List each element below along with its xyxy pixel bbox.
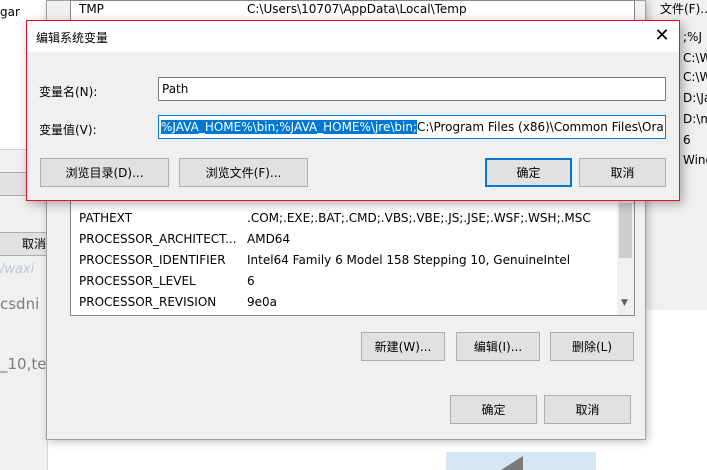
background-text: _10,te	[0, 355, 47, 373]
list-item[interactable]: TMP C:\Users\10707\AppData\Local\Temp	[79, 1, 619, 19]
variable-value-label: 变量值(V):	[39, 123, 97, 137]
ok-button[interactable]: 确定	[450, 395, 537, 424]
background-text: C:\W	[683, 70, 707, 84]
variables-scrollbar[interactable]: ▼	[617, 200, 634, 315]
selected-text: %JAVA_HOME%\bin;%JAVA_HOME%\jre\bin;	[161, 120, 417, 134]
list-item[interactable]: PROCESSOR_REVISION 9e0a	[79, 292, 619, 312]
ok-button[interactable]: 确定	[485, 158, 572, 187]
list-item[interactable]: PROCESSOR_IDENTIFIER Intel64 Family 6 Mo…	[79, 250, 619, 270]
unselected-text: C:\Program Files (x86)\Common Files\Ora	[416, 120, 664, 134]
list-item[interactable]: PATHEXT .COM;.EXE;.BAT;.CMD;.VBS;.VBE;.J…	[79, 208, 619, 228]
dialog-title: 编辑系统变量	[36, 31, 109, 45]
variable-name-label: 变量名(N):	[39, 85, 98, 99]
background-watermark-text: /waxi	[0, 262, 35, 277]
background-image-fragment	[446, 452, 596, 470]
dialog-titlebar[interactable]: 编辑系统变量 ✕	[27, 21, 679, 52]
background-cancel-button[interactable]: 取消	[0, 232, 47, 256]
background-text: 6	[683, 133, 691, 147]
variable-name-field[interactable]: Path	[158, 77, 666, 101]
browse-file-button[interactable]: 浏览文件(F)...	[179, 158, 308, 187]
background-text: D:\m	[683, 112, 707, 126]
list-item[interactable]: PROCESSOR_LEVEL 6	[79, 271, 619, 291]
background-text: C:\W	[683, 51, 707, 65]
variable-value-field[interactable]: %JAVA_HOME%\bin;%JAVA_HOME%\jre\bin;C:\P…	[158, 115, 666, 139]
background-shape	[501, 456, 523, 470]
browse-directory-button[interactable]: 浏览目录(D)...	[40, 158, 169, 187]
edit-system-variable-dialog: 编辑系统变量 ✕ 变量名(N): Path 变量值(V): %JAVA_HOME…	[26, 20, 680, 201]
edit-variable-button[interactable]: 编辑(I)...	[456, 332, 540, 361]
scroll-down-icon[interactable]: ▼	[621, 298, 628, 308]
cancel-button[interactable]: 取消	[579, 158, 666, 187]
delete-variable-button[interactable]: 删除(L)	[550, 332, 634, 361]
scrollbar-thumb[interactable]	[619, 203, 632, 258]
list-item[interactable]: PROCESSOR_ARCHITECT... AMD64	[79, 229, 619, 249]
new-variable-button[interactable]: 新建(W)...	[361, 332, 445, 361]
background-text: ;%J	[683, 30, 702, 44]
background-text: gar	[0, 5, 20, 19]
background-text: D:\Ja	[683, 91, 707, 105]
background-text: 文件(F)...	[660, 2, 707, 16]
close-icon[interactable]: ✕	[648, 23, 676, 49]
background-text: Wind	[683, 153, 707, 167]
background-text: csdni	[0, 295, 40, 313]
cancel-button[interactable]: 取消	[544, 395, 631, 424]
